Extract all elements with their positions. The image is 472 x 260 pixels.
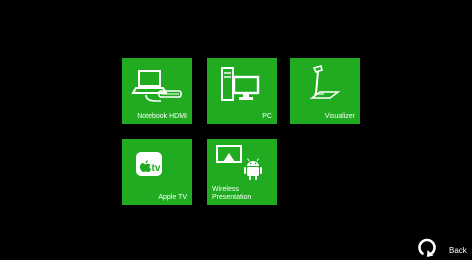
back-label: Back [449, 246, 467, 255]
tile-visualizer[interactable]: Visualizer [290, 58, 360, 124]
tile-label: Apple TV [158, 194, 187, 201]
apple-tv-icon: tv [136, 152, 162, 176]
document-camera-icon [309, 65, 341, 99]
apple-tv-logo-text: tv [152, 163, 161, 174]
back-button[interactable]: Back [413, 233, 471, 259]
tile-label: Wireless Presentation [212, 186, 252, 201]
back-arrow-icon [418, 238, 436, 257]
tile-label: Visualizer [324, 113, 355, 120]
tile-label: PC [262, 113, 272, 120]
source-selection-screen: Notebook HDMI PC Visualizer tv Apple TV … [0, 0, 472, 260]
tile-label: Notebook HDMI [137, 113, 187, 120]
tile-wireless-presentation[interactable]: Wireless Presentation [207, 139, 277, 205]
pc-monitor-icon [221, 67, 260, 101]
tile-pc[interactable]: PC [207, 58, 277, 124]
tile-notebook-hdmi[interactable]: Notebook HDMI [122, 58, 192, 124]
airplay-android-icon [216, 145, 262, 180]
tile-apple-tv[interactable]: tv Apple TV [122, 139, 192, 205]
laptop-hdmi-icon [131, 70, 182, 102]
